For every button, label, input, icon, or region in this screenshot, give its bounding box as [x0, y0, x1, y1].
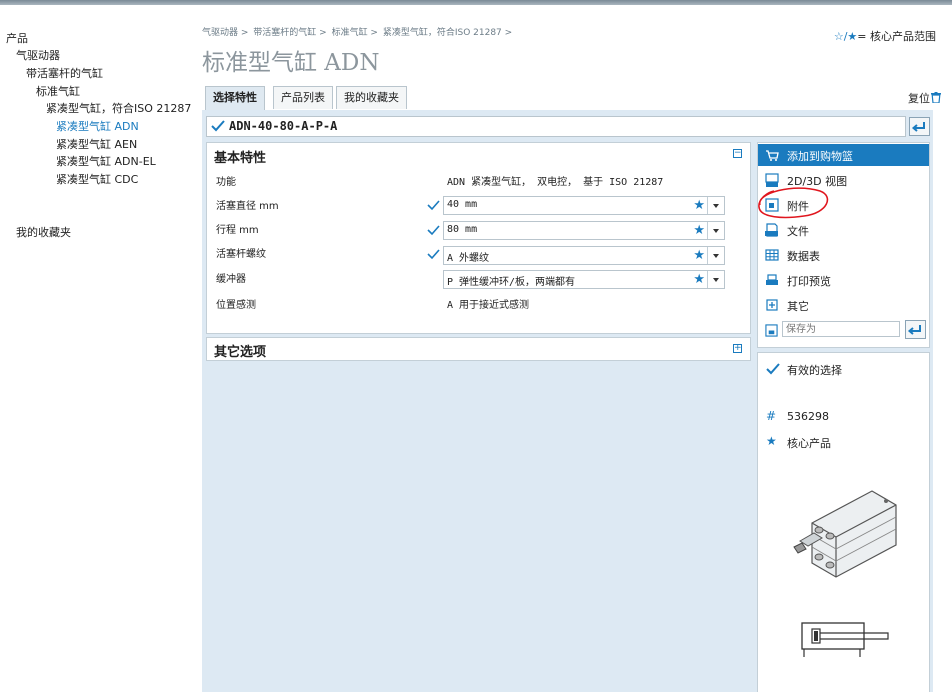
- tab-product-list[interactable]: 产品列表: [273, 86, 333, 109]
- prop-label: 位置感测: [216, 300, 256, 311]
- tree-item-adn[interactable]: 紧凑型气缸 ADN: [56, 118, 139, 134]
- save-as-button[interactable]: [905, 320, 926, 339]
- tree-item-aen[interactable]: 紧凑型气缸 AEN: [56, 136, 137, 152]
- check-icon: [211, 120, 225, 132]
- type-code-field[interactable]: ADN-40-80-A-P-A: [206, 116, 906, 137]
- enter-arrow-icon: [907, 325, 921, 335]
- breadcrumb: 气驱动器 > 带活塞杆的气缸 > 标准气缸 > 紧凑型气缸，符合ISO 2128…: [202, 25, 514, 38]
- prop-value: ADN 紧凑型气缸， 双电控， 基于 ISO 21287: [447, 177, 664, 188]
- enter-arrow-icon: [911, 122, 925, 132]
- check-icon: [766, 363, 780, 375]
- tree-item-pneumatic-drives[interactable]: 气驱动器: [16, 47, 60, 63]
- trash-icon[interactable]: [931, 92, 941, 103]
- chevron-down-icon[interactable]: [707, 271, 724, 288]
- star-icon: ★: [693, 198, 705, 213]
- save-as-input[interactable]: [783, 322, 899, 337]
- valid-selection-row: 有效的选择: [758, 359, 929, 377]
- core-product-row: ★ 核心产品: [758, 432, 929, 450]
- type-code-text: ADN-40-80-A-P-A: [229, 119, 338, 133]
- select-value: 40 mm: [447, 199, 478, 210]
- cart-icon: [766, 150, 779, 161]
- cylinder-symbol: [801, 622, 889, 657]
- tree-item-compact-iso[interactable]: 紧凑型气缸，符合ISO 21287: [46, 100, 191, 116]
- core-product-label: 核心产品: [787, 437, 831, 450]
- breadcrumb-item[interactable]: 气驱动器 >: [202, 28, 248, 38]
- page-title: 标准型气缸 ADN: [202, 50, 380, 76]
- panel-title: 基本特性: [214, 151, 267, 166]
- breadcrumb-item[interactable]: 带活塞杆的气缸 >: [253, 28, 326, 38]
- tree-item-standard-cylinders[interactable]: 标准气缸: [36, 83, 80, 99]
- collapse-icon[interactable]: −: [733, 149, 742, 158]
- tab-select-features[interactable]: 选择特性: [205, 86, 265, 111]
- prop-value: A 用于接近式感测: [447, 300, 530, 311]
- panel-title: 其它选项: [214, 345, 267, 360]
- table-icon: [765, 249, 779, 261]
- core-range-text: = 核心产品范围: [857, 30, 936, 43]
- add-to-basket-button[interactable]: 添加到购物篮: [758, 144, 929, 166]
- chevron-down-icon[interactable]: [707, 222, 724, 239]
- annotation-circle: [758, 187, 829, 219]
- action-label: 其它: [787, 300, 809, 313]
- prop-label: 活塞直径 mm: [216, 201, 279, 212]
- check-icon: [427, 225, 440, 236]
- star-icon: ☆/★: [833, 30, 858, 43]
- star-icon: ★: [693, 248, 705, 263]
- prop-label: 缓冲器: [216, 274, 246, 285]
- star-icon: ★: [693, 272, 705, 287]
- hash-icon: #: [766, 409, 777, 423]
- datasheet-button[interactable]: 数据表: [758, 244, 929, 266]
- product-image: [793, 490, 897, 578]
- piston-diameter-select[interactable]: 40 mm ★: [443, 196, 725, 215]
- core-range-legend: ☆/★= 核心产品范围: [834, 28, 936, 44]
- prop-label: 活塞杆螺纹: [216, 249, 266, 260]
- apply-code-button[interactable]: [909, 117, 930, 136]
- expand-icon[interactable]: +: [733, 344, 742, 353]
- check-icon: [427, 249, 440, 260]
- tree-item-rod-cylinders[interactable]: 带活塞杆的气缸: [26, 65, 103, 81]
- part-number: 536298: [787, 410, 829, 423]
- tree-item-adn-el[interactable]: 紧凑型气缸 ADN-EL: [56, 153, 156, 169]
- star-icon: ★: [766, 434, 777, 448]
- select-value: 80 mm: [447, 224, 478, 235]
- top-bar: [0, 0, 952, 5]
- other-options-panel[interactable]: 其它选项 +: [206, 337, 751, 361]
- action-label: 添加到购物篮: [787, 150, 853, 163]
- part-number-row: # 536298: [758, 407, 929, 425]
- chevron-down-icon[interactable]: [707, 247, 724, 264]
- cushioning-select[interactable]: P 弹性缓冲环/板，两端都有 ★: [443, 270, 725, 289]
- star-icon: ★: [693, 223, 705, 238]
- print-preview-button[interactable]: 打印预览: [758, 269, 929, 291]
- plus-icon: [766, 299, 778, 311]
- breadcrumb-item[interactable]: 紧凑型气缸，符合ISO 21287 >: [383, 28, 512, 38]
- documents-button[interactable]: 文件: [758, 219, 929, 241]
- my-favorites-link[interactable]: 我的收藏夹: [16, 224, 71, 240]
- more-button[interactable]: 其它: [758, 294, 929, 316]
- save-as-field[interactable]: [782, 321, 900, 337]
- page-margin: [933, 110, 952, 692]
- action-label: 打印预览: [787, 275, 831, 288]
- select-value: A 外螺纹: [447, 253, 490, 264]
- reset-button[interactable]: 复位: [908, 90, 930, 106]
- tree-item-cdc[interactable]: 紧凑型气缸 CDC: [56, 171, 138, 187]
- action-label: 文件: [787, 225, 809, 238]
- select-value: P 弹性缓冲环/板，两端都有: [447, 277, 576, 288]
- rod-thread-select[interactable]: A 外螺纹 ★: [443, 246, 725, 265]
- pdf-icon: [765, 223, 778, 237]
- breadcrumb-item[interactable]: 标准气缸 >: [332, 28, 378, 38]
- save-icon: [765, 324, 778, 337]
- stroke-select[interactable]: 80 mm ★: [443, 221, 725, 240]
- valid-selection-label: 有效的选择: [787, 364, 842, 377]
- prop-label: 行程 mm: [216, 225, 259, 236]
- action-list: 添加到购物篮 2D/3D 视图 附件 文件 数据表 打印预览 其它 保存为: [757, 142, 930, 348]
- action-label: 数据表: [787, 250, 820, 263]
- basic-features-panel: 基本特性 − 功能 ADN 紧凑型气缸， 双电控， 基于 ISO 21287 活…: [206, 142, 751, 334]
- print-icon: [766, 274, 778, 285]
- chevron-down-icon[interactable]: [707, 197, 724, 214]
- prop-label: 功能: [216, 177, 236, 188]
- check-icon: [427, 200, 440, 211]
- tree-item-products[interactable]: 产品: [6, 30, 28, 46]
- tab-my-favorites[interactable]: 我的收藏夹: [336, 86, 407, 109]
- product-info-panel: 有效的选择 # 536298 ★ 核心产品: [757, 352, 930, 692]
